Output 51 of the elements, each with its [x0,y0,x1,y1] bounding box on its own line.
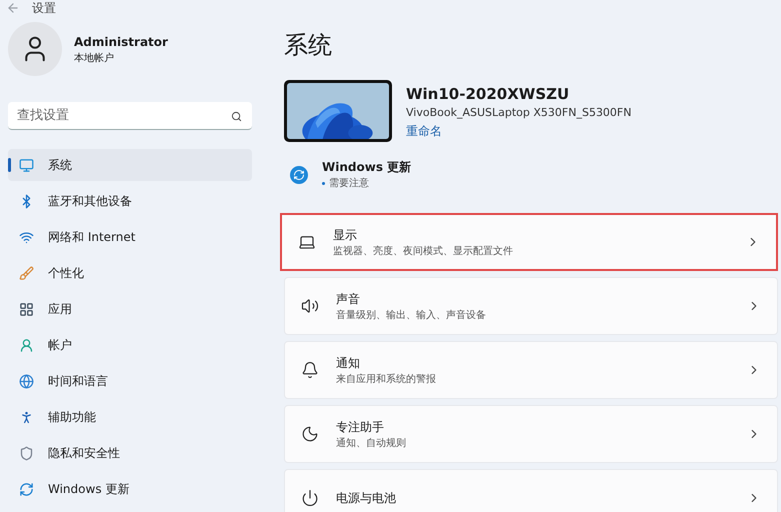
page-title: 系统 [284,30,333,61]
speaker-icon [301,297,319,315]
settings-card[interactable]: 电源与电池 [284,469,778,512]
bell-icon [301,361,319,379]
update-status: 需要注意 [329,176,369,191]
device-model: VivoBook_ASUSLaptop X530FN_S5300FN [406,105,632,121]
settings-card[interactable]: 通知 来自应用和系统的警报 [284,341,778,399]
sidebar-item[interactable]: 辅助功能 [8,401,252,433]
refresh-icon [19,482,34,496]
shield-icon [19,446,34,460]
card-title: 通知 [336,354,361,372]
sidebar-item[interactable]: 系统 [8,149,252,181]
account-type: 本地帐户 [74,52,115,66]
card-subtitle: 来自应用和系统的警报 [336,372,437,386]
rename-link[interactable]: 重命名 [406,122,632,140]
sidebar-item[interactable]: 帐户 [8,329,252,361]
card-subtitle: 通知、自动规则 [336,436,407,450]
window-title: 设置 [32,0,56,17]
sidebar-item[interactable]: 应用 [8,293,252,325]
laptop-icon [298,233,316,251]
card-title: 专注助手 [336,418,385,436]
power-icon [301,489,319,507]
account-name: Administrator [74,34,168,50]
search-field[interactable]: 查找设置 [8,102,252,130]
sidebar-item[interactable]: 时间和语言 [8,365,252,397]
wifi-icon [19,230,34,244]
update-title[interactable]: Windows 更新 [322,158,412,176]
settings-card[interactable]: 专注助手 通知、自动规则 [284,405,778,463]
settings-card[interactable]: 声音 音量级别、输出、输入、声音设备 [284,277,778,335]
globe-icon [19,374,34,388]
selection-indicator [8,158,11,172]
card-subtitle: 音量级别、输出、输入、声音设备 [336,308,487,322]
settings-card[interactable]: 显示 监视器、亮度、夜间模式、显示配置文件 [280,213,778,271]
apps-icon [19,302,34,316]
sidebar-item[interactable]: 隐私和安全性 [8,437,252,469]
moon-icon [301,425,319,443]
sidebar-item[interactable]: 网络和 Internet [8,221,252,253]
sidebar-item[interactable]: 蓝牙和其他设备 [8,185,252,217]
sidebar-item[interactable]: 个性化 [8,257,252,289]
refresh-icon [290,166,308,184]
device-name: Win10-2020XWSZU [406,84,570,104]
person-icon [19,338,34,352]
brush-icon [19,266,34,280]
search-icon[interactable] [231,111,242,122]
card-title: 声音 [336,290,361,308]
card-subtitle: 监视器、亮度、夜间模式、显示配置文件 [333,244,514,258]
card-title: 电源与电池 [336,490,397,507]
figure-icon [19,410,34,424]
sidebar-item[interactable]: Windows 更新 [8,473,252,505]
card-title: 显示 [333,226,358,244]
monitor-icon [19,158,34,172]
